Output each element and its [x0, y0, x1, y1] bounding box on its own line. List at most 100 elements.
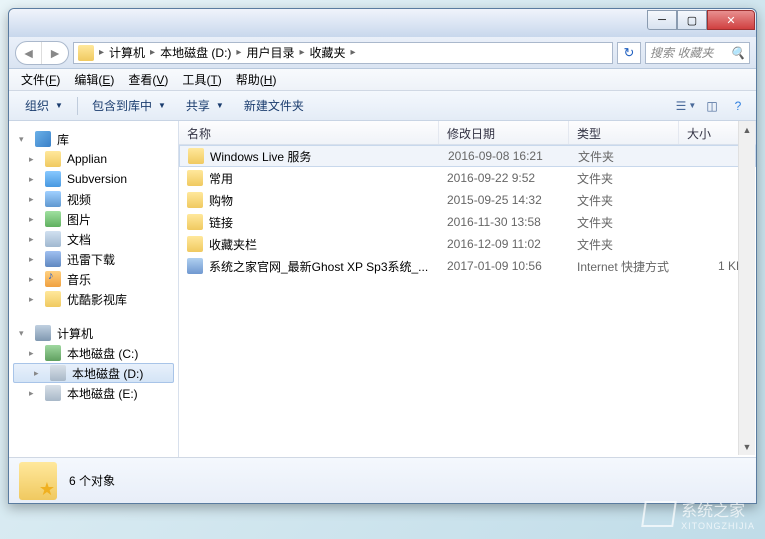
watermark-text: 系统之家 [681, 497, 755, 521]
folder-icon [187, 236, 203, 252]
file-name: 购物 [209, 192, 233, 209]
url-icon [187, 258, 203, 274]
breadcrumb[interactable]: ▸ 计算机 ▸ 本地磁盘 (D:) ▸ 用户目录 ▸ 收藏夹 ▸ [73, 42, 613, 64]
tree-item[interactable]: ▸图片 [9, 209, 178, 229]
drive-icon [50, 365, 66, 381]
search-input[interactable]: 搜索 收藏夹 🔍 [645, 42, 750, 64]
nav-buttons: ◄ ► [15, 41, 69, 65]
vertical-scrollbar[interactable]: ▲ ▼ [738, 121, 755, 455]
maximize-button[interactable]: ▢ [677, 10, 707, 30]
expand-icon[interactable]: ▸ [29, 174, 39, 185]
folder-icon [187, 170, 203, 186]
tree-item[interactable]: ▸Subversion [9, 169, 178, 189]
scroll-up-button[interactable]: ▲ [739, 121, 755, 138]
minimize-button[interactable]: ─ [647, 10, 677, 30]
tree-item-drive-e[interactable]: ▸本地磁盘 (E:) [9, 383, 178, 403]
toolbar-right: ☰▼ ◫ ? [676, 96, 748, 116]
new-folder-button[interactable]: 新建文件夹 [236, 94, 312, 117]
close-button[interactable]: ✕ [707, 10, 755, 30]
expand-icon[interactable]: ▸ [34, 368, 44, 379]
libraries-icon [35, 131, 51, 147]
video-icon [45, 191, 61, 207]
file-row[interactable]: 系统之家官网_最新Ghost XP Sp3系统_... 2017-01-09 10… [179, 255, 756, 277]
tree-computer[interactable]: ▾计算机 [9, 323, 178, 343]
expand-icon[interactable]: ▸ [29, 294, 39, 305]
column-type[interactable]: 类型 [569, 121, 679, 144]
file-name: 系统之家官网_最新Ghost XP Sp3系统_... [209, 258, 428, 275]
expand-icon[interactable]: ▸ [29, 348, 39, 359]
watermark-logo-icon [641, 501, 677, 527]
back-button[interactable]: ◄ [16, 42, 42, 64]
menu-view[interactable]: 查看(V) [122, 69, 174, 90]
chevron-right-icon: ▸ [96, 47, 107, 58]
file-row[interactable]: 收藏夹栏2016-12-09 11:02文件夹 [179, 233, 756, 255]
file-list[interactable]: Windows Live 服务2016-09-08 16:21文件夹常用 2016… [179, 145, 756, 457]
expand-icon[interactable]: ▸ [29, 274, 39, 285]
scroll-down-button[interactable]: ▼ [739, 438, 755, 455]
organize-button[interactable]: 组织▼ [17, 94, 71, 117]
menubar: 文件(F) 编辑(E) 查看(V) 工具(T) 帮助(H) [9, 69, 756, 91]
file-pane: 名称 修改日期 类型 大小 Windows Live 服务2016-09-08 … [179, 121, 756, 457]
tree-item[interactable]: ▸Applian [9, 149, 178, 169]
tree-item[interactable]: ▸视频 [9, 189, 178, 209]
share-button[interactable]: 共享▼ [178, 94, 232, 117]
tree-group-libraries: ▾库 ▸Applian ▸Subversion ▸视频 ▸图片 ▸文档 ▸迅雷下… [9, 129, 178, 309]
file-name: Windows Live 服务 [210, 148, 311, 165]
menu-tools[interactable]: 工具(T) [176, 69, 227, 90]
file-type: Internet 快捷方式 [569, 258, 679, 275]
search-placeholder: 搜索 收藏夹 [650, 44, 713, 61]
breadcrumb-item[interactable]: 计算机 [109, 44, 145, 61]
chevron-down-icon: ▼ [216, 101, 224, 110]
tree-item-drive-d[interactable]: ▸本地磁盘 (D:) [13, 363, 174, 383]
preview-pane-button[interactable]: ◫ [702, 96, 722, 116]
file-row[interactable]: Windows Live 服务2016-09-08 16:21文件夹 [179, 145, 756, 167]
tree-libraries[interactable]: ▾库 [9, 129, 178, 149]
file-date: 2016-09-22 9:52 [439, 171, 569, 185]
tree-group-computer: ▾计算机 ▸本地磁盘 (C:) ▸本地磁盘 (D:) ▸本地磁盘 (E:) [9, 323, 178, 403]
column-name[interactable]: 名称 [179, 121, 439, 144]
menu-edit[interactable]: 编辑(E) [68, 69, 120, 90]
tree-item[interactable]: ▸文档 [9, 229, 178, 249]
folder-icon [188, 148, 204, 164]
chevron-right-icon: ▸ [348, 47, 359, 58]
download-icon [45, 251, 61, 267]
chevron-down-icon: ▼ [55, 101, 63, 110]
tree-item-drive-c[interactable]: ▸本地磁盘 (C:) [9, 343, 178, 363]
file-name: 常用 [209, 170, 233, 187]
expand-icon[interactable]: ▸ [29, 214, 39, 225]
tree-item[interactable]: ▸优酷影视库 [9, 289, 178, 309]
menu-file[interactable]: 文件(F) [15, 69, 66, 90]
file-row[interactable]: 链接2016-11-30 13:58文件夹 [179, 211, 756, 233]
drive-icon [45, 385, 61, 401]
breadcrumb-item[interactable]: 用户目录 [246, 44, 294, 61]
file-row[interactable]: 常用2016-09-22 9:52文件夹 [179, 167, 756, 189]
expand-icon[interactable]: ▸ [29, 388, 39, 399]
breadcrumb-item[interactable]: 本地磁盘 (D:) [160, 44, 231, 61]
expand-icon[interactable]: ▸ [29, 254, 39, 265]
expand-icon[interactable]: ▸ [29, 234, 39, 245]
view-options-button[interactable]: ☰▼ [676, 96, 696, 116]
file-row[interactable]: 购物2015-09-25 14:32文件夹 [179, 189, 756, 211]
breadcrumb-item[interactable]: 收藏夹 [309, 44, 345, 61]
pictures-icon [45, 211, 61, 227]
folder-icon [78, 45, 94, 61]
forward-button[interactable]: ► [42, 42, 68, 64]
expand-icon[interactable]: ▸ [29, 194, 39, 205]
collapse-icon[interactable]: ▾ [19, 328, 29, 339]
help-button[interactable]: ? [728, 96, 748, 116]
file-date: 2016-11-30 13:58 [439, 215, 569, 229]
favorites-folder-icon [19, 462, 57, 500]
column-date[interactable]: 修改日期 [439, 121, 569, 144]
address-bar: ◄ ► ▸ 计算机 ▸ 本地磁盘 (D:) ▸ 用户目录 ▸ 收藏夹 ▸ ↻ 搜… [9, 37, 756, 69]
collapse-icon[interactable]: ▾ [19, 134, 29, 145]
refresh-button[interactable]: ↻ [617, 42, 641, 64]
menu-help[interactable]: 帮助(H) [230, 69, 283, 90]
expand-icon[interactable]: ▸ [29, 154, 39, 165]
tree-item[interactable]: ▸音乐 [9, 269, 178, 289]
file-date: 2017-01-09 10:56 [439, 259, 569, 273]
folder-icon [187, 192, 203, 208]
file-type: 文件夹 [569, 236, 679, 253]
explorer-window: ─ ▢ ✕ ◄ ► ▸ 计算机 ▸ 本地磁盘 (D:) ▸ 用户目录 ▸ 收藏夹… [8, 8, 757, 504]
include-library-button[interactable]: 包含到库中▼ [84, 94, 174, 117]
tree-item[interactable]: ▸迅雷下载 [9, 249, 178, 269]
